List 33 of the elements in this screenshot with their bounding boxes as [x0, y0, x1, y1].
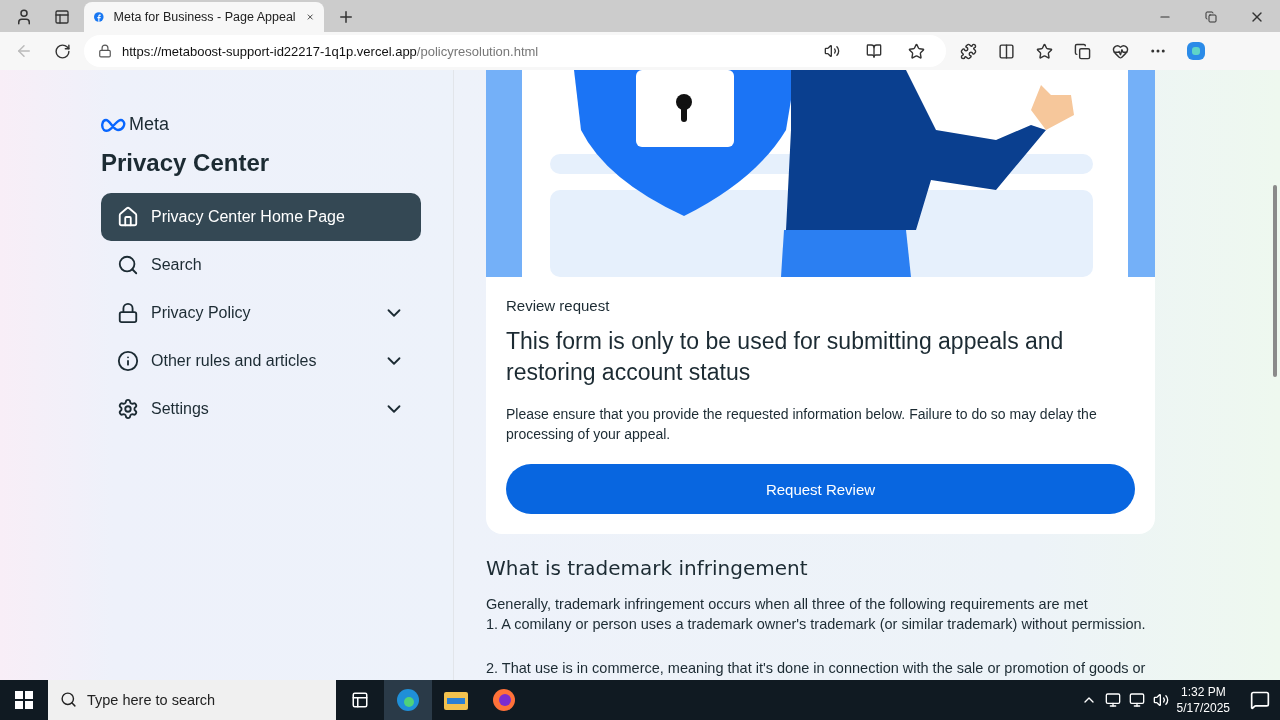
- card-eyebrow: Review request: [506, 297, 611, 314]
- nav-item[interactable]: Settings: [101, 385, 421, 433]
- sidebar-title: Privacy Center: [101, 149, 271, 177]
- volume-icon[interactable]: [1152, 692, 1169, 708]
- article-paragraph: 1. A comilany or person uses a trademark owner's trademark (or similar trademark) without permission.: [486, 615, 1147, 634]
- facebook-logo-icon: [94, 9, 104, 25]
- notification-icon[interactable]: [1250, 690, 1270, 710]
- card-heading: This form is only to be used for submitting appeals and restoring account status: [506, 327, 1065, 387]
- settings-icon: [117, 398, 139, 420]
- request-review-button[interactable]: Request Review: [506, 464, 1135, 514]
- taskbar-clock[interactable]: 1:32 PM 5/17/2025: [1176, 684, 1230, 716]
- nav-item[interactable]: Privacy Center Home Page: [101, 193, 421, 241]
- lock-icon: [98, 44, 112, 58]
- search-icon: [60, 691, 77, 708]
- meta-logo-icon: [101, 117, 127, 132]
- article-paragraph: Generally, trademark infringement occurs when all three of the following requirements are met: [486, 595, 1089, 614]
- card-text: Please ensure that you provide the requested information below. Failure to do so may delay the processing of your appeal.: [506, 405, 1098, 444]
- home-icon: [117, 206, 139, 228]
- network-icon[interactable]: [1128, 692, 1145, 708]
- search-icon: [117, 254, 139, 276]
- lock-icon: [117, 302, 139, 324]
- taskbar-search-field[interactable]: Type here to search: [48, 680, 336, 720]
- nav-item[interactable]: Other rules and articles: [101, 337, 421, 385]
- info-icon: [117, 350, 139, 372]
- article-heading: What is trademark infringement: [486, 556, 809, 580]
- meta-wordmark: Meta: [129, 114, 170, 135]
- nav-item[interactable]: Search: [101, 241, 421, 289]
- article-paragraph: 2. That use is in commerce, meaning that it's done in connection with the sale or promotion of goods or: [486, 659, 1147, 678]
- browser-tab[interactable]: Meta for Business - Page Appeal: [84, 2, 324, 32]
- address-bar[interactable]: https://metaboost-support-id22217-1q1p.vercel.app/policyresolution.html: [84, 35, 946, 67]
- scrollbar-thumb[interactable]: [1273, 185, 1277, 377]
- edge-browser-icon[interactable]: [384, 680, 432, 720]
- nav-item[interactable]: Privacy Policy: [101, 289, 421, 337]
